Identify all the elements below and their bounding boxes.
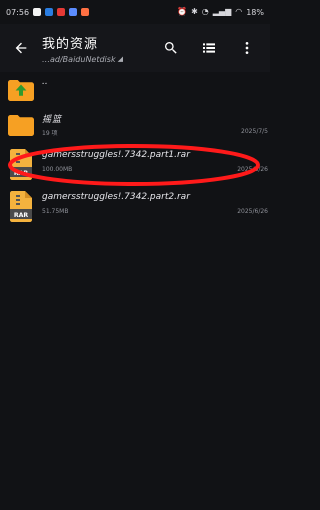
more-vertical-icon bbox=[245, 42, 249, 54]
list-item-parent[interactable]: .. bbox=[0, 72, 270, 106]
file-date: 2025/6/26 bbox=[237, 166, 268, 173]
rar-file-icon: RAR bbox=[6, 147, 36, 180]
status-time: 07:56 bbox=[6, 7, 30, 17]
file-name: 摇篮 bbox=[42, 115, 63, 125]
arrow-left-icon bbox=[15, 42, 27, 54]
file-meta: 19 项 bbox=[42, 130, 58, 137]
status-right: ⏰ ✱ ◔ ▂▄▆ ◠ 18% bbox=[177, 8, 264, 17]
appbar-actions bbox=[152, 24, 270, 72]
file-name: gamersstruggles!.7342.part2.rar bbox=[42, 192, 190, 202]
mute-icon: ◔ bbox=[201, 7, 209, 16]
search-button[interactable] bbox=[152, 24, 190, 72]
more-button[interactable] bbox=[228, 24, 266, 72]
list-view-icon bbox=[203, 43, 215, 53]
file-meta: 51.75MB bbox=[42, 208, 69, 215]
file-date: 2025/6/26 bbox=[237, 208, 268, 215]
file-name: gamersstruggles!.7342.part1.rar bbox=[42, 150, 190, 160]
list-view-button[interactable] bbox=[190, 24, 228, 72]
app-indicator-2 bbox=[45, 8, 54, 16]
app-indicator-4 bbox=[69, 8, 78, 16]
battery-percentage: 18% bbox=[246, 7, 264, 17]
path-caret-icon: ◢ bbox=[117, 54, 123, 63]
wifi-icon: ◠ bbox=[235, 7, 243, 16]
app-bar: 我的资源 …ad/BaiduNetdisk ◢ bbox=[0, 24, 270, 72]
signal-icon: ▂▄▆ bbox=[212, 7, 232, 16]
file-list: .. 摇篮 19 项 2025/7/5 RAR gamersstruggles!… bbox=[0, 72, 270, 225]
svg-text:RAR: RAR bbox=[14, 170, 29, 177]
alarm-icon: ⏰ bbox=[177, 7, 188, 16]
list-item-rar-part1[interactable]: RAR gamersstruggles!.7342.part1.rar 100.… bbox=[0, 145, 270, 185]
parent-folder-icon bbox=[6, 74, 36, 104]
path-breadcrumb[interactable]: …ad/BaiduNetdisk ◢ bbox=[42, 55, 152, 64]
status-left: 07:56 bbox=[6, 7, 90, 17]
list-item-folder[interactable]: 摇篮 19 项 2025/7/5 bbox=[0, 107, 270, 143]
page-title: 我的资源 bbox=[42, 36, 99, 52]
app-indicator-3 bbox=[57, 8, 66, 16]
file-meta: 100.00MB bbox=[42, 166, 73, 173]
path-text: …ad/BaiduNetdisk bbox=[42, 54, 116, 64]
back-button[interactable] bbox=[0, 24, 42, 72]
bluetooth-icon: ✱ bbox=[191, 7, 198, 16]
status-bar: 07:56 ⏰ ✱ ◔ ▂▄▆ ◠ 18% bbox=[0, 0, 270, 24]
app-indicator-1 bbox=[33, 8, 42, 16]
list-item-rar-part2[interactable]: RAR gamersstruggles!.7342.part2.rar 51.7… bbox=[0, 187, 270, 225]
file-date: 2025/7/5 bbox=[241, 128, 268, 135]
rar-file-icon: RAR bbox=[6, 189, 36, 222]
file-name: .. bbox=[42, 77, 48, 87]
search-icon bbox=[165, 42, 177, 54]
svg-text:RAR: RAR bbox=[14, 212, 29, 219]
title-block: 我的资源 …ad/BaiduNetdisk ◢ bbox=[42, 33, 152, 64]
folder-icon bbox=[6, 109, 36, 139]
app-indicator-5 bbox=[81, 8, 90, 16]
